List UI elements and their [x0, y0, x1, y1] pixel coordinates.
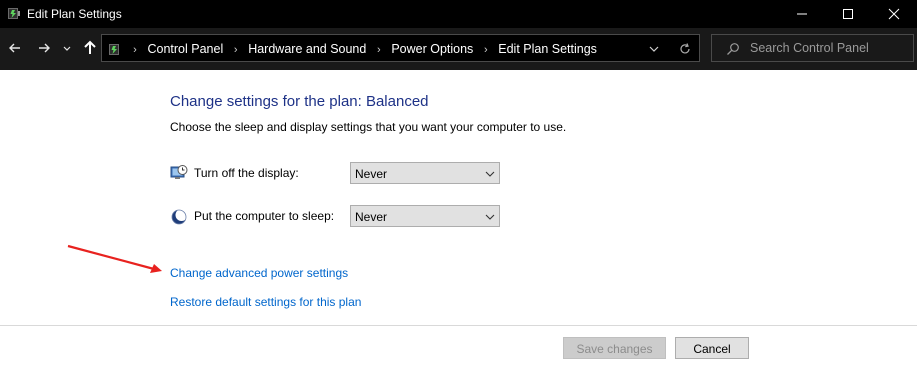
breadcrumb-hardware-and-sound[interactable]: Hardware and Sound: [248, 41, 366, 57]
save-changes-button[interactable]: Save changes: [563, 337, 666, 359]
breadcrumb-power-options[interactable]: Power Options: [391, 41, 473, 57]
display-timeout-value: Never: [355, 167, 388, 181]
breadcrumb-control-panel[interactable]: Control Panel: [147, 41, 223, 57]
sleep-timeout-select[interactable]: Never: [350, 205, 500, 227]
up-button[interactable]: [80, 38, 100, 58]
refresh-button[interactable]: [677, 41, 693, 57]
sleep-setting-label: Put the computer to sleep:: [194, 209, 335, 223]
display-timeout-select[interactable]: Never: [350, 162, 500, 184]
page-description: Choose the sleep and display settings th…: [170, 120, 567, 134]
search-icon: [726, 42, 740, 56]
maximize-button[interactable]: [825, 0, 871, 28]
navigation-bar: › Control Panel › Hardware and Sound › P…: [0, 28, 917, 70]
chevron-down-icon: [63, 46, 71, 51]
search-box[interactable]: [711, 34, 914, 62]
moon-sleep-icon: [170, 207, 188, 225]
forward-button[interactable]: [34, 38, 54, 58]
annotation-arrow-icon: [67, 244, 162, 273]
footer-divider: [0, 325, 917, 326]
chevron-right-icon: ›: [133, 44, 137, 56]
address-history-button[interactable]: [647, 42, 661, 56]
chevron-right-icon[interactable]: ›: [477, 42, 495, 58]
cancel-button[interactable]: Cancel: [675, 337, 749, 359]
forward-arrow-icon: [39, 43, 50, 53]
chevron-down-icon: [649, 46, 659, 52]
close-button[interactable]: [871, 0, 917, 28]
breadcrumb: › Control Panel › Hardware and Sound › P…: [126, 41, 597, 57]
control-panel-icon: [107, 41, 123, 57]
breadcrumb-edit-plan-settings[interactable]: Edit Plan Settings: [498, 41, 597, 57]
back-button[interactable]: [5, 38, 25, 58]
page-title: Change settings for the plan: Balanced: [170, 93, 429, 110]
chevron-down-icon: [485, 171, 495, 177]
minimize-button[interactable]: [779, 0, 825, 28]
power-options-icon: [6, 5, 22, 21]
restore-default-settings-link[interactable]: Restore default settings for this plan: [170, 294, 361, 310]
back-arrow-icon: [9, 43, 20, 53]
up-arrow-icon: [84, 40, 96, 54]
window-title: Edit Plan Settings: [27, 7, 122, 21]
monitor-clock-icon: [170, 164, 188, 182]
search-input[interactable]: [750, 40, 910, 56]
chevron-right-icon[interactable]: ›: [227, 42, 245, 58]
title-bar: Edit Plan Settings: [0, 0, 917, 28]
recent-locations-button[interactable]: [61, 38, 73, 58]
maximize-icon: [843, 9, 853, 19]
chevron-down-icon: [485, 214, 495, 220]
change-advanced-power-settings-link[interactable]: Change advanced power settings: [170, 265, 348, 281]
chevron-right-icon[interactable]: ›: [370, 42, 388, 58]
display-setting-label: Turn off the display:: [194, 166, 299, 180]
minimize-icon: [797, 13, 807, 15]
sleep-timeout-value: Never: [355, 210, 388, 224]
refresh-icon: [680, 43, 690, 54]
close-icon: [888, 8, 900, 20]
address-bar[interactable]: › Control Panel › Hardware and Sound › P…: [101, 34, 700, 62]
